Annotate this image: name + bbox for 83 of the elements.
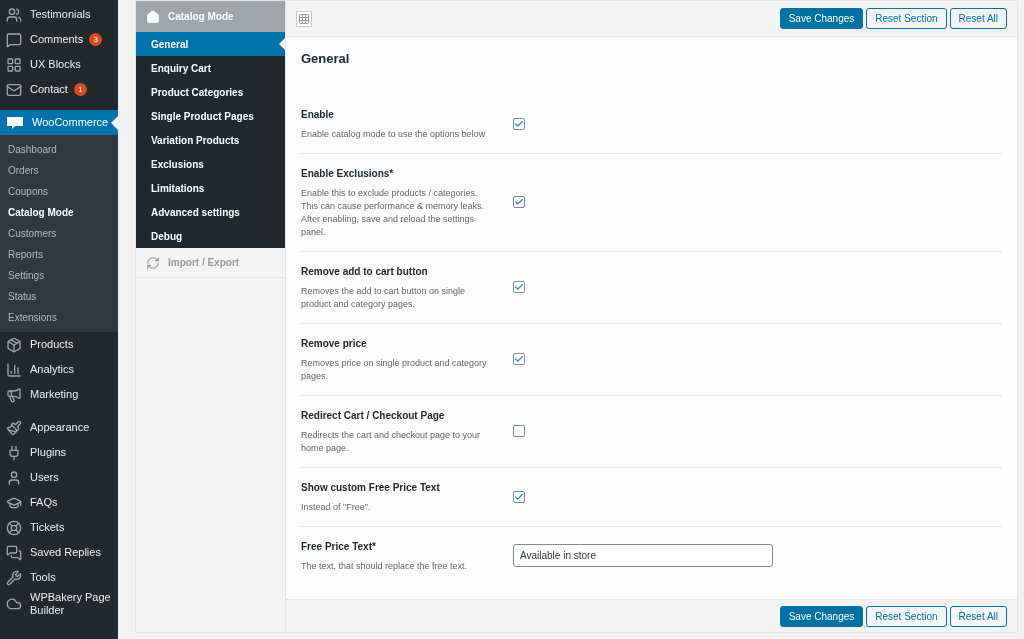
blocks-icon bbox=[6, 56, 22, 73]
speech-bubble-icon bbox=[6, 31, 22, 48]
count-badge: 3 bbox=[89, 33, 103, 46]
section-tab[interactable]: Debug bbox=[136, 224, 285, 248]
option-description: Removes the add to cart button on single product and category pages. bbox=[301, 284, 467, 311]
count-badge: 1 bbox=[73, 83, 87, 96]
box-icon bbox=[6, 336, 22, 353]
admin-menu-item[interactable]: WooCommerce bbox=[0, 110, 118, 135]
admin-submenu-item[interactable]: Settings bbox=[0, 265, 118, 286]
option-description: The text, that should replace the free text. bbox=[301, 559, 469, 573]
speech-bubbles-icon bbox=[6, 544, 22, 561]
refresh-icon bbox=[146, 255, 160, 270]
section-heading: General bbox=[301, 50, 351, 68]
panel-header: Catalog Mode bbox=[136, 1, 285, 32]
admin-menu-item[interactable]: Contact 1 bbox=[0, 77, 118, 102]
admin-submenu-item[interactable]: Customers bbox=[0, 223, 118, 244]
admin-submenu-item[interactable]: Reports bbox=[0, 244, 118, 265]
admin-submenu-item[interactable]: Orders bbox=[0, 160, 118, 181]
option-description: Enable catalog mode to use the options below bbox=[301, 127, 487, 141]
option-description: Removes price on single product and category pages. bbox=[301, 356, 488, 383]
section-tab[interactable]: Variation Products bbox=[136, 128, 285, 152]
plug-icon bbox=[6, 444, 22, 461]
bar-chart-icon bbox=[6, 361, 22, 378]
lifebuoy-icon bbox=[6, 519, 22, 536]
section-tab[interactable]: Advanced settings bbox=[136, 200, 285, 224]
checkbox[interactable] bbox=[513, 490, 525, 503]
admin-menu-item[interactable]: Tools bbox=[0, 565, 118, 590]
admin-menu-item[interactable]: Tickets bbox=[0, 515, 118, 540]
section-tab[interactable]: Single Product Pages bbox=[136, 104, 285, 128]
option-description: Enable this to exclude products / categories. This can cause performance & memory leaks. After enabling, save and reload the settings panel. bbox=[301, 186, 486, 239]
option-label: Remove price bbox=[301, 336, 368, 351]
admin-menu-item[interactable]: UX Blocks bbox=[0, 52, 118, 77]
section-tab[interactable]: Enquiry Cart bbox=[136, 56, 285, 80]
save-button[interactable]: Save Changes bbox=[779, 8, 864, 29]
section-tab[interactable]: Exclusions bbox=[136, 152, 285, 176]
option-label: Enable bbox=[301, 107, 335, 122]
checkbox[interactable] bbox=[513, 281, 525, 293]
admin-submenu-item[interactable]: Dashboard bbox=[0, 139, 118, 160]
reset-button[interactable]: Reset All bbox=[949, 605, 1007, 627]
section-tab[interactable]: Product Categories bbox=[136, 80, 285, 104]
admin-menu-item[interactable]: Testimonials bbox=[0, 2, 118, 27]
checkbox[interactable] bbox=[513, 425, 525, 437]
checkbox[interactable] bbox=[513, 196, 525, 208]
admin-menu-item[interactable]: Marketing bbox=[0, 382, 118, 407]
checkbox[interactable] bbox=[513, 353, 525, 365]
admin-submenu-item[interactable]: Status bbox=[0, 286, 118, 307]
cloud-icon bbox=[6, 596, 22, 612]
option-description: Instead of "Free". bbox=[301, 500, 372, 514]
checkbox[interactable] bbox=[513, 117, 525, 130]
admin-submenu-item[interactable]: Extensions bbox=[0, 307, 118, 328]
save-button[interactable]: Save Changes bbox=[779, 605, 864, 627]
admin-menu-item[interactable]: Products bbox=[0, 332, 118, 357]
admin-menu-item[interactable]: Saved Replies bbox=[0, 540, 118, 565]
person-icon bbox=[6, 469, 22, 486]
section-tab[interactable]: General bbox=[136, 32, 285, 56]
wrench-icon bbox=[6, 569, 22, 586]
woo-logo-icon bbox=[6, 115, 24, 130]
admin-submenu-item[interactable]: Coupons bbox=[0, 181, 118, 202]
option-label: Remove add to cart button bbox=[301, 264, 429, 279]
admin-menu-item[interactable]: Analytics bbox=[0, 357, 118, 382]
option-label: Enable Exclusions* bbox=[301, 166, 395, 181]
reset-button[interactable]: Reset All bbox=[949, 8, 1007, 29]
input-field[interactable]: Available in store bbox=[513, 544, 773, 567]
admin-menu-item[interactable]: WPBakery Page Builder bbox=[0, 590, 118, 618]
admin-menu-item[interactable]: Plugins bbox=[0, 440, 118, 465]
expand-icon[interactable] bbox=[296, 10, 312, 27]
reset-button[interactable]: Reset Section bbox=[866, 8, 947, 29]
reset-button[interactable]: Reset Section bbox=[866, 605, 947, 627]
option-label: Redirect Cart / Checkout Page bbox=[301, 408, 446, 423]
admin-menu-item[interactable]: Appearance bbox=[0, 415, 118, 440]
section-tab[interactable]: Limitations bbox=[136, 176, 285, 200]
option-label: Show custom Free Price Text bbox=[301, 480, 441, 495]
admin-menu-item[interactable]: FAQs bbox=[0, 490, 118, 515]
admin-submenu-item[interactable]: Catalog Mode bbox=[0, 202, 118, 223]
envelope-icon bbox=[6, 81, 22, 98]
home-icon bbox=[146, 9, 160, 24]
megaphone-icon bbox=[6, 386, 22, 403]
option-description: Redirects the cart and checkout page to your home page. bbox=[301, 428, 482, 455]
admin-menu-item[interactable]: Users bbox=[0, 465, 118, 490]
brush-icon bbox=[6, 419, 22, 436]
admin-menu-item[interactable]: Comments 3 bbox=[0, 27, 118, 52]
people-icon bbox=[6, 6, 22, 23]
option-label: Free Price Text* bbox=[301, 539, 377, 554]
